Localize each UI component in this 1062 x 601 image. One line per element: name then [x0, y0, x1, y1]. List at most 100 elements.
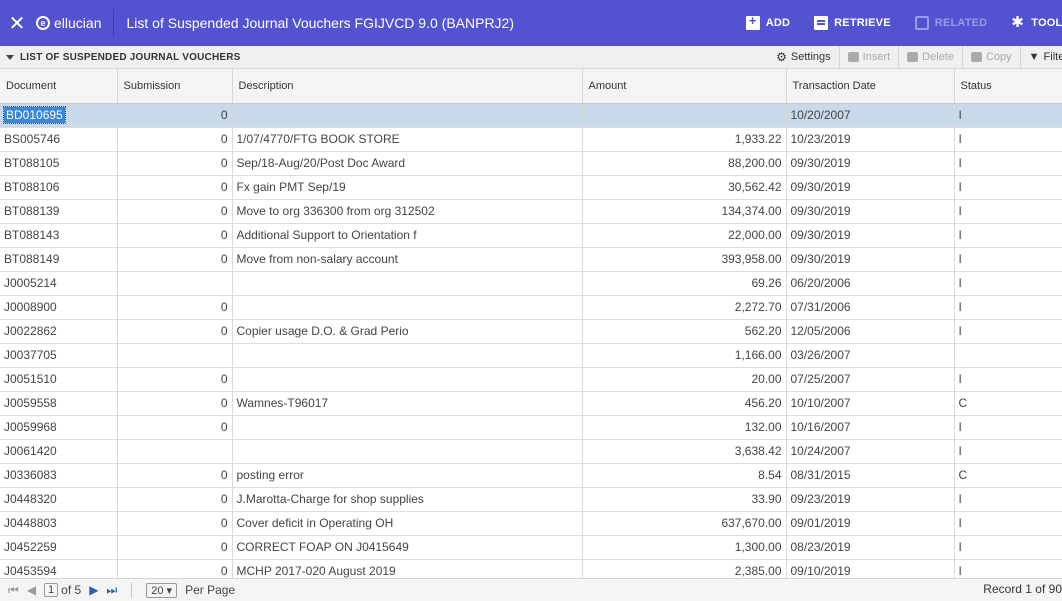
retrieve-button[interactable]: RETRIEVE [814, 16, 891, 30]
table-row[interactable]: BT088106 0 Fx gain PMT Sep/19 30,562.42 09/3… [0, 175, 1062, 200]
cell-amount[interactable]: 1,300.00 [582, 535, 787, 560]
section-toggle[interactable]: LIST OF SUSPENDED JOURNAL VOUCHERS [6, 52, 241, 63]
cell-amount[interactable]: 1,933.22 [582, 127, 787, 152]
cell-status[interactable]: C [954, 463, 1062, 488]
cell-document[interactable]: BT088105 [0, 151, 118, 176]
cell-document[interactable]: J0059558 [0, 391, 118, 416]
cell-description[interactable] [232, 343, 583, 368]
column-header-transaction-date[interactable]: Transaction Date [786, 69, 955, 104]
cell-status[interactable]: I [954, 103, 1062, 128]
cell-description[interactable]: Wamnes-T96017 [232, 391, 583, 416]
cell-description[interactable]: Additional Support to Orientation f [232, 223, 583, 248]
cell-transaction-date[interactable]: 12/05/2006 [786, 319, 955, 344]
cell-status[interactable] [954, 343, 1062, 368]
cell-amount[interactable] [582, 103, 787, 128]
cell-description[interactable]: Copier usage D.O. & Grad Perio [232, 319, 583, 344]
cell-transaction-date[interactable]: 07/25/2007 [786, 367, 955, 392]
delete-button[interactable]: Delete [898, 46, 962, 68]
column-header-status[interactable]: Status [954, 69, 1062, 104]
cell-transaction-date[interactable]: 08/31/2015 [786, 463, 955, 488]
previous-page-icon[interactable]: ◀ [27, 583, 36, 597]
cell-submission[interactable] [117, 271, 233, 296]
cell-document[interactable]: J0037705 [0, 343, 118, 368]
cell-submission[interactable] [117, 343, 233, 368]
column-header-submission[interactable]: Submission [117, 69, 233, 104]
cell-amount[interactable]: 134,374.00 [582, 199, 787, 224]
cell-submission[interactable]: 0 [117, 151, 233, 176]
cell-status[interactable]: I [954, 511, 1062, 536]
cell-transaction-date[interactable]: 09/01/2019 [786, 511, 955, 536]
cell-description[interactable] [232, 103, 583, 128]
copy-button[interactable]: Copy [961, 46, 1020, 68]
table-row[interactable]: J0059558 0 Wamnes-T96017 456.20 10/10/2007 C [0, 391, 1062, 416]
cell-submission[interactable]: 0 [117, 487, 233, 512]
cell-transaction-date[interactable]: 09/30/2019 [786, 247, 955, 272]
cell-status[interactable]: I [954, 439, 1062, 464]
cell-status[interactable]: I [954, 151, 1062, 176]
column-header-description[interactable]: Description [232, 69, 583, 104]
table-row[interactable]: BT088105 0 Sep/18-Aug/20/Post Doc Award 88,… [0, 151, 1062, 176]
cell-transaction-date[interactable]: 06/20/2006 [786, 271, 955, 296]
cell-document[interactable]: J0061420 [0, 439, 118, 464]
cell-submission[interactable]: 0 [117, 319, 233, 344]
table-row[interactable]: J0022862 0 Copier usage D.O. & Grad Perio 5… [0, 319, 1062, 344]
cell-document[interactable]: J0336083 [0, 463, 118, 488]
cell-document[interactable]: J0448320 [0, 487, 118, 512]
cell-amount[interactable]: 88,200.00 [582, 151, 787, 176]
cell-document[interactable]: J0051510 [0, 367, 118, 392]
table-row[interactable]: J0037705 1,166.00 03/26/2007 [0, 343, 1062, 368]
cell-status[interactable]: I [954, 247, 1062, 272]
cell-amount[interactable]: 8.54 [582, 463, 787, 488]
table-row[interactable]: BD010695 0 10/20/2007 I [0, 103, 1062, 128]
cell-amount[interactable]: 3,638.42 [582, 439, 787, 464]
ellucian-logo[interactable]: e ellucian [36, 15, 101, 31]
cell-document[interactable]: BS005746 [0, 127, 118, 152]
cell-status[interactable]: I [954, 127, 1062, 152]
cell-amount[interactable]: 132.00 [582, 415, 787, 440]
cell-amount[interactable]: 456.20 [582, 391, 787, 416]
cell-transaction-date[interactable]: 09/30/2019 [786, 175, 955, 200]
cell-transaction-date[interactable]: 03/26/2007 [786, 343, 955, 368]
cell-description[interactable]: Move to org 336300 from org 312502 [232, 199, 583, 224]
cell-status[interactable]: I [954, 535, 1062, 560]
cell-status[interactable]: I [954, 415, 1062, 440]
cell-status[interactable]: I [954, 199, 1062, 224]
cell-description[interactable] [232, 367, 583, 392]
table-row[interactable]: J0336083 0 posting error 8.54 08/31/2015 C [0, 463, 1062, 488]
table-row[interactable]: BS005746 0 1/07/4770/FTG BOOK STORE 1,933.2… [0, 127, 1062, 152]
cell-document[interactable]: J0022862 [0, 319, 118, 344]
cell-amount[interactable]: 33.90 [582, 487, 787, 512]
table-row[interactable]: BT088139 0 Move to org 336300 from org 312… [0, 199, 1062, 224]
cell-transaction-date[interactable]: 09/23/2019 [786, 487, 955, 512]
next-page-icon[interactable]: ▶ [89, 583, 98, 597]
tools-button[interactable]: ✱ TOOLS [1011, 15, 1062, 30]
cell-document[interactable]: J0448803 [0, 511, 118, 536]
cell-document[interactable]: BT088149 [0, 247, 118, 272]
cell-transaction-date[interactable]: 07/31/2006 [786, 295, 955, 320]
cell-submission[interactable]: 0 [117, 223, 233, 248]
cell-submission[interactable]: 0 [117, 199, 233, 224]
cell-description[interactable]: J.Marotta-Charge for shop supplies [232, 487, 583, 512]
close-icon[interactable]: ✕ [0, 0, 34, 46]
page-number-input[interactable]: 1 [44, 583, 59, 597]
cell-amount[interactable]: 20.00 [582, 367, 787, 392]
cell-description[interactable]: 1/07/4770/FTG BOOK STORE [232, 127, 583, 152]
cell-description[interactable]: Sep/18-Aug/20/Post Doc Award [232, 151, 583, 176]
cell-document[interactable]: BD010695 [0, 103, 118, 128]
table-row[interactable]: J0008900 0 2,272.70 07/31/2006 I [0, 295, 1062, 320]
first-page-icon[interactable]: ⏮ [8, 583, 19, 598]
cell-amount[interactable]: 637,670.00 [582, 511, 787, 536]
insert-button[interactable]: Insert [838, 46, 899, 68]
cell-document[interactable]: BT088139 [0, 199, 118, 224]
cell-description[interactable]: CORRECT FOAP ON J0415649 [232, 535, 583, 560]
cell-document[interactable]: J0005214 [0, 271, 118, 296]
cell-status[interactable]: I [954, 223, 1062, 248]
cell-description[interactable]: posting error [232, 463, 583, 488]
last-page-icon[interactable]: ⏭ [106, 583, 117, 598]
cell-description[interactable] [232, 295, 583, 320]
cell-submission[interactable]: 0 [117, 367, 233, 392]
table-row[interactable]: J0059968 0 132.00 10/16/2007 I [0, 415, 1062, 440]
table-row[interactable]: J0005214 69.26 06/20/2006 I [0, 271, 1062, 296]
cell-description[interactable]: Cover deficit in Operating OH [232, 511, 583, 536]
cell-submission[interactable]: 0 [117, 463, 233, 488]
